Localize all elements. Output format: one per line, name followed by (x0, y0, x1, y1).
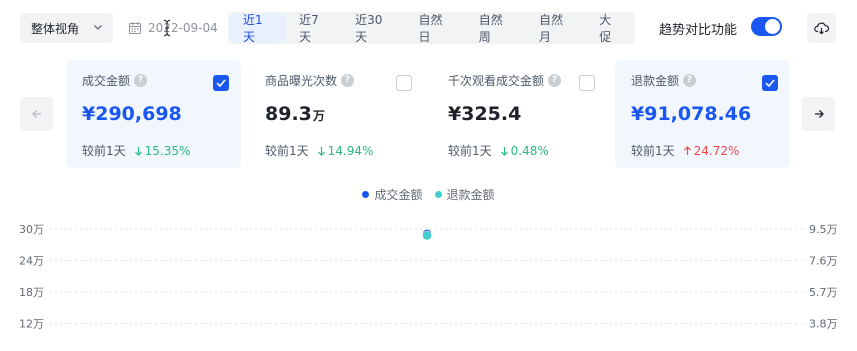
metric-card-refund[interactable]: 退款金额? ¥91,078.46 较前1天 24.72% (615, 60, 790, 168)
check-icon (216, 79, 226, 88)
metric-card-exposure[interactable]: 商品曝光次数? 89.3万 较前1天 14.94% (249, 60, 424, 168)
arrow-down-icon (317, 146, 325, 156)
delta-down: 0.48% (500, 144, 549, 158)
arrow-right-icon (814, 110, 824, 118)
arrow-left-icon (31, 110, 41, 118)
compare-label: 较前1天 (265, 144, 309, 158)
metric-compare: 较前1天 24.72% (631, 142, 739, 159)
legend-dot (362, 191, 370, 198)
y-right-tick-label: 7.6万 (809, 255, 838, 268)
legend-label: 成交金额 (374, 188, 423, 202)
delta-down: 15.35% (134, 143, 191, 158)
metric-value-number: ¥290,698 (82, 103, 182, 125)
metric-title-wrap: 成交金额? (82, 72, 148, 89)
metric-value: ¥290,698 (82, 103, 183, 125)
prev-metrics-button[interactable] (20, 97, 53, 131)
metric-value: 89.3万 (265, 103, 325, 125)
tab-30-days[interactable]: 近30天 (342, 13, 405, 44)
delta-up: 24.72% (683, 143, 740, 158)
compare-label: 较前1天 (448, 144, 492, 158)
legend-label: 退款金额 (446, 188, 495, 202)
view-select-label: 整体视角 (31, 21, 80, 36)
help-icon[interactable]: ? (683, 74, 697, 87)
trend-compare-label: 趋势对比功能 (659, 23, 738, 38)
tab-natural-month[interactable]: 自然月 (526, 13, 586, 44)
y-left-tick-label: 12万 (19, 318, 44, 331)
text-cursor-icon (163, 19, 171, 37)
arrow-down-icon (500, 146, 508, 156)
tab-7-days[interactable]: 近7天 (286, 13, 342, 44)
metric-value-number: 89.3 (265, 103, 312, 125)
tab-natural-week[interactable]: 自然周 (466, 13, 526, 44)
metric-compare: 较前1天 0.48% (448, 142, 549, 159)
metric-checkbox[interactable] (213, 75, 229, 91)
metric-title: 商品曝光次数 (265, 74, 338, 88)
metric-value-number: ¥325.4 (448, 103, 522, 125)
delta-value: 0.48% (510, 143, 549, 158)
help-icon[interactable]: ? (341, 74, 355, 87)
y-left-tick-label: 24万 (19, 255, 44, 268)
y-right-tick-label: 3.8万 (809, 318, 838, 331)
metric-value: ¥325.4 (448, 103, 522, 125)
date-value: 2022-09-04 (148, 21, 218, 35)
download-button[interactable] (807, 13, 836, 43)
metric-checkbox[interactable] (579, 75, 595, 91)
metric-card-gmv[interactable]: 成交金额? ¥290,698 较前1天 15.35% (66, 60, 241, 168)
metric-title-wrap: 商品曝光次数? (265, 72, 355, 89)
tab-1-day[interactable]: 近1天 (230, 13, 287, 44)
metric-checkbox[interactable] (396, 75, 412, 91)
help-icon[interactable]: ? (548, 74, 562, 87)
y-left-tick-label: 30万 (19, 223, 44, 236)
tab-natural-day[interactable]: 自然日 (405, 13, 465, 44)
compare-label: 较前1天 (82, 144, 126, 158)
arrow-up-icon (683, 145, 691, 155)
metric-title: 退款金额 (631, 74, 680, 88)
delta-value: 14.94% (327, 143, 374, 158)
metric-checkbox[interactable] (762, 75, 778, 91)
calendar-icon (129, 22, 141, 34)
metric-title-wrap: 千次观看成交金额? (448, 72, 562, 89)
y-left-tick-label: 18万 (19, 286, 44, 299)
check-icon (765, 79, 775, 88)
metric-card-gpm[interactable]: 千次观看成交金额? ¥325.4 较前1天 0.48% (432, 60, 607, 168)
metric-value-number: ¥91,078.46 (631, 103, 752, 125)
help-icon[interactable]: ? (134, 74, 148, 87)
next-metrics-button[interactable] (802, 97, 835, 131)
legend-item-refund[interactable]: 退款金额 (434, 186, 495, 203)
delta-down: 14.94% (317, 143, 374, 158)
cloud-download-icon (814, 22, 829, 35)
trend-compare-toggle[interactable] (751, 17, 782, 36)
trend-chart: 30万 24万 18万 12万 9.5万 7.6万 5.7万 3.8万 (19, 223, 838, 331)
y-right-tick-label: 5.7万 (809, 286, 838, 299)
date-picker[interactable]: 2022-09-04 (128, 13, 218, 43)
metric-title: 千次观看成交金额 (448, 74, 545, 88)
chart-legend: 成交金额 退款金额 (0, 186, 857, 203)
arrow-down-icon (134, 146, 142, 156)
metric-value-unit: 万 (312, 109, 325, 123)
chevron-down-icon (94, 25, 102, 30)
metric-compare: 较前1天 15.35% (82, 142, 190, 159)
compare-label: 较前1天 (631, 144, 675, 158)
legend-item-gmv[interactable]: 成交金额 (362, 186, 423, 203)
metric-value: ¥91,078.46 (631, 103, 752, 125)
view-select[interactable]: 整体视角 (20, 13, 113, 43)
legend-dot (434, 191, 442, 198)
metric-title: 成交金额 (82, 74, 131, 88)
metric-compare: 较前1天 14.94% (265, 142, 373, 159)
toggle-knob (765, 19, 780, 34)
tab-promotion[interactable]: 大促 (586, 13, 635, 44)
point-refund[interactable] (422, 230, 432, 241)
delta-value: 24.72% (693, 143, 740, 158)
metric-title-wrap: 退款金额? (631, 72, 697, 89)
toolbar: 整体视角 2022-09-04 近1天 近7天 近30天 自然日 自然周 自然月… (0, 0, 857, 58)
delta-value: 15.35% (144, 143, 191, 158)
date-range-tabs: 近1天 近7天 近30天 自然日 自然周 自然月 大促 (228, 12, 635, 44)
y-right-tick-label: 9.5万 (809, 223, 838, 236)
